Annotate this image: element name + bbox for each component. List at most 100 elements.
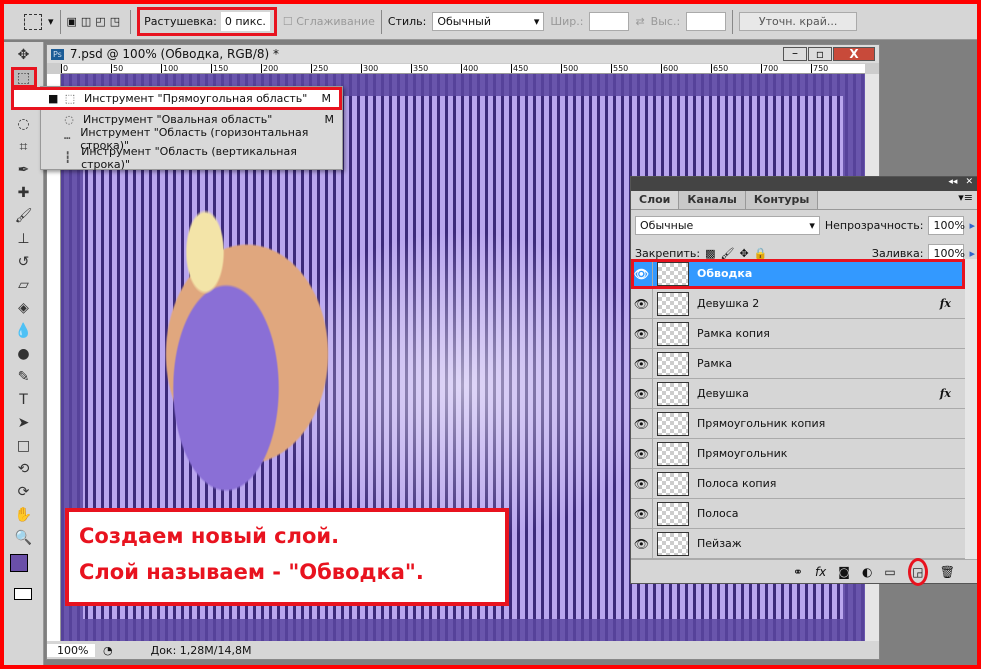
- visibility-eye-icon[interactable]: 👁: [631, 409, 653, 438]
- width-input[interactable]: [589, 12, 630, 31]
- layer-row[interactable]: 👁 Девушка fx: [631, 379, 965, 409]
- layer-row[interactable]: 👁 Прямоугольник копия: [631, 409, 965, 439]
- height-input[interactable]: [686, 12, 727, 31]
- layer-name: Прямоугольник копия: [697, 417, 826, 430]
- layer-name: Прямоугольник: [697, 447, 788, 460]
- type-icon[interactable]: T: [11, 389, 37, 410]
- chevron-down-icon[interactable]: ▾: [48, 15, 54, 28]
- 3d-orbit-icon[interactable]: ⟳: [11, 481, 37, 502]
- visibility-eye-icon[interactable]: 👁: [631, 469, 653, 498]
- height-label: Выс.:: [650, 15, 681, 28]
- bucket-icon[interactable]: ◈: [11, 297, 37, 318]
- hand-icon[interactable]: ✋: [11, 504, 37, 525]
- collapse-icon[interactable]: ◂◂: [948, 177, 957, 191]
- layer-row[interactable]: 👁 Рамка: [631, 349, 965, 379]
- layer-fx-icon[interactable]: fx: [940, 387, 951, 400]
- shortcut-key: M: [321, 92, 332, 105]
- zoom-field[interactable]: 100%: [47, 643, 95, 657]
- selection-mode-icons[interactable]: ▣◫◰◳: [67, 15, 125, 28]
- layer-row[interactable]: 👁 Прямоугольник: [631, 439, 965, 469]
- status-menu-icon[interactable]: ◔: [103, 644, 113, 657]
- layer-row[interactable]: 👁 Рамка копия: [631, 319, 965, 349]
- menu-item[interactable]: ■ ⬚ Инструмент "Прямоугольная область" M: [11, 87, 342, 110]
- close-button[interactable]: X: [833, 47, 875, 61]
- tab-channels[interactable]: Каналы: [679, 191, 746, 209]
- layer-name: Полоса: [697, 507, 739, 520]
- visibility-eye-icon[interactable]: 👁: [631, 289, 653, 318]
- visibility-eye-icon[interactable]: 👁: [631, 499, 653, 528]
- move-tool-icon[interactable]: ✥: [11, 44, 37, 65]
- lock-transparency-icon[interactable]: ▩: [705, 247, 715, 260]
- foreground-color-swatch[interactable]: [10, 554, 28, 572]
- panel-close-icon[interactable]: ✕: [965, 177, 973, 191]
- lock-position-icon[interactable]: ✥: [740, 247, 749, 260]
- visibility-eye-icon[interactable]: 👁: [631, 349, 653, 378]
- refine-edge-button[interactable]: Уточн. край...: [739, 12, 858, 31]
- layers-scrollbar[interactable]: [965, 259, 977, 559]
- tab-layers[interactable]: Слои: [631, 191, 680, 209]
- pen-icon[interactable]: ✎: [11, 366, 37, 387]
- visibility-eye-icon[interactable]: 👁: [631, 319, 653, 348]
- quick-mask-icon[interactable]: [14, 588, 32, 600]
- path-select-icon[interactable]: ➤: [11, 412, 37, 433]
- document-title: 7.psd @ 100% (Обводка, RGB/8) *: [69, 47, 280, 61]
- menu-item-label: Инструмент "Прямоугольная область": [84, 92, 308, 105]
- blur-icon[interactable]: 💧: [11, 320, 37, 341]
- tab-paths[interactable]: Контуры: [745, 191, 819, 209]
- rectangle-icon[interactable]: □: [11, 435, 37, 456]
- link-icon[interactable]: ⚭: [793, 565, 803, 579]
- trash-icon[interactable]: 🗑: [940, 565, 955, 579]
- layer-row[interactable]: 👁 Полоса копия: [631, 469, 965, 499]
- layer-fx-icon[interactable]: fx: [940, 297, 951, 310]
- opacity-input[interactable]: 100%: [928, 215, 965, 235]
- panel-menu-icon[interactable]: ▾≡: [958, 191, 977, 209]
- history-brush-icon[interactable]: ↺: [11, 251, 37, 272]
- fx-icon[interactable]: fx: [815, 565, 826, 579]
- 3d-rotate-icon[interactable]: ⟲: [11, 458, 37, 479]
- stamp-icon[interactable]: ⊥: [11, 228, 37, 249]
- opacity-arrow[interactable]: ▸: [969, 219, 975, 232]
- visibility-eye-icon[interactable]: 👁: [631, 259, 653, 288]
- minimize-button[interactable]: –: [783, 47, 807, 61]
- adjustment-icon[interactable]: ◐: [862, 565, 872, 579]
- layer-thumbnail: [657, 321, 689, 346]
- new-layer-button[interactable]: ◲: [907, 557, 928, 586]
- layer-row[interactable]: 👁 Пейзаж: [631, 529, 965, 559]
- swap-icon[interactable]: ⇄: [635, 15, 644, 28]
- layer-row[interactable]: 👁 Девушка 2 fx: [631, 289, 965, 319]
- layer-thumbnail: [657, 531, 689, 556]
- ps-icon: Ps: [51, 48, 64, 60]
- zoom-icon[interactable]: 🔍: [11, 527, 37, 548]
- eyedropper-icon[interactable]: ✒: [11, 159, 37, 180]
- layer-row[interactable]: 👁 Полоса: [631, 499, 965, 529]
- group-folder-icon[interactable]: ▭: [884, 565, 895, 579]
- quick-select-icon[interactable]: ◌: [11, 113, 37, 134]
- visibility-eye-icon[interactable]: 👁: [631, 439, 653, 468]
- eraser-icon[interactable]: ▱: [11, 274, 37, 295]
- dodge-icon[interactable]: ●: [11, 343, 37, 364]
- layer-name: Пейзаж: [697, 537, 742, 550]
- visibility-eye-icon[interactable]: 👁: [631, 379, 653, 408]
- lock-all-icon[interactable]: 🔒: [754, 247, 768, 260]
- toolbar: ✥ ⬚ ➰ ◌ ⌗ ✒ ✚ 🖌 ⊥ ↺ ▱ ◈ 💧 ● ✎ T ➤ □ ⟲ ⟳ …: [4, 42, 44, 665]
- status-bar: 100% ◔ Док: 1,28M/14,8M: [47, 641, 879, 659]
- rect-marquee-icon[interactable]: [24, 13, 42, 30]
- style-select[interactable]: Обычный ▾: [432, 12, 545, 31]
- healing-icon[interactable]: ✚: [11, 182, 37, 203]
- brush-icon[interactable]: 🖌: [11, 205, 37, 226]
- menu-item[interactable]: ┇ Инструмент "Область (вертикальная строк…: [41, 145, 342, 171]
- maximize-button[interactable]: ▫: [808, 47, 832, 61]
- fill-arrow[interactable]: ▸: [969, 247, 975, 260]
- ruler-tick: 150: [211, 64, 261, 73]
- fill-label: Заливка:: [871, 246, 924, 260]
- feather-input[interactable]: 0 пикс.: [220, 12, 270, 31]
- blend-mode-select[interactable]: Обычные ▾: [635, 215, 820, 235]
- crop-icon[interactable]: ⌗: [11, 136, 37, 157]
- mask-icon[interactable]: ◙: [838, 565, 850, 579]
- visibility-eye-icon[interactable]: 👁: [631, 529, 653, 558]
- antialias-checkbox[interactable]: ☐ Сглаживание: [283, 15, 375, 28]
- girl-figure: [121, 184, 331, 524]
- marquee-tool-icon[interactable]: ⬚: [10, 67, 37, 88]
- lock-pixels-icon[interactable]: 🖌: [721, 247, 735, 260]
- layer-row[interactable]: 👁 Обводка: [631, 259, 965, 289]
